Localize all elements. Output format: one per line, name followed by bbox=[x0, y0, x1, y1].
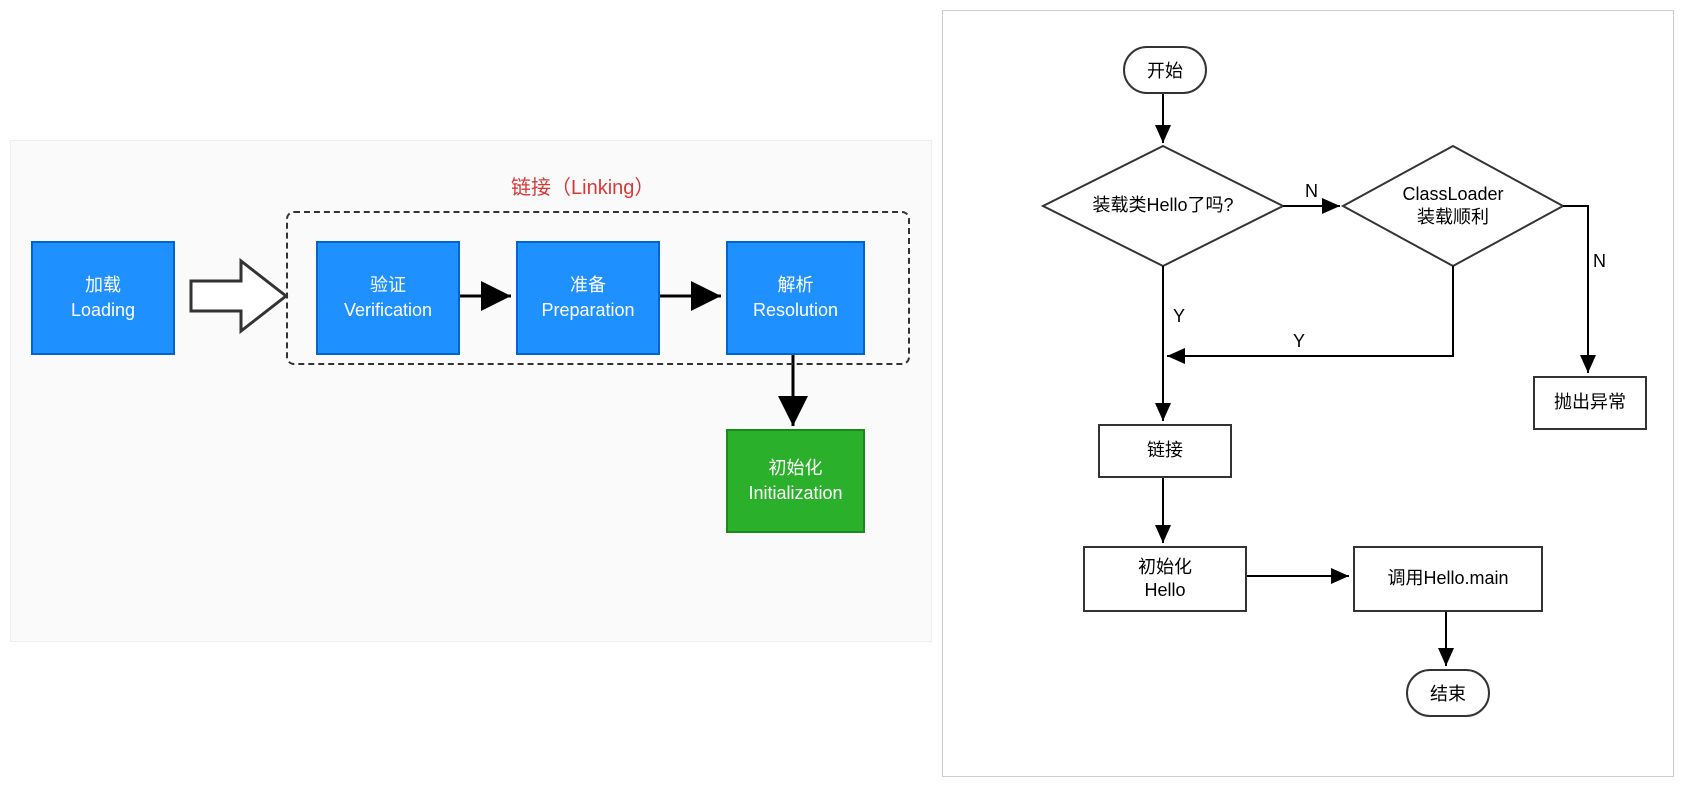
resolution-label-cn: 解析 bbox=[778, 273, 814, 298]
edge-Y-1: Y bbox=[1173, 306, 1185, 327]
end-terminal: 结束 bbox=[1406, 669, 1490, 717]
init-hello-line1: 初始化 bbox=[1138, 556, 1192, 579]
loading-label-cn: 加载 bbox=[85, 273, 121, 298]
initialization-label-cn: 初始化 bbox=[769, 456, 823, 481]
decision-classloader-label: ClassLoader 装载顺利 bbox=[1402, 183, 1503, 230]
loading-label-en: Loading bbox=[71, 298, 135, 323]
throw-exception-label: 抛出异常 bbox=[1554, 391, 1626, 414]
verification-label-en: Verification bbox=[344, 298, 432, 323]
start-label: 开始 bbox=[1147, 57, 1183, 83]
resolution-label-en: Resolution bbox=[753, 298, 838, 323]
preparation-label-en: Preparation bbox=[541, 298, 634, 323]
link-label: 链接 bbox=[1147, 439, 1183, 462]
call-main-label: 调用Hello.main bbox=[1387, 567, 1508, 590]
linking-title: 链接（Linking） bbox=[511, 171, 654, 200]
left-diagram-panel: 加载 Loading 链接（Linking） 验证 Verification 准… bbox=[10, 140, 932, 642]
throw-exception-box: 抛出异常 bbox=[1533, 376, 1647, 430]
init-hello-line2: Hello bbox=[1144, 579, 1185, 602]
edge-Y-2: Y bbox=[1293, 331, 1305, 352]
verification-box: 验证 Verification bbox=[316, 241, 460, 355]
preparation-box: 准备 Preparation bbox=[516, 241, 660, 355]
initialization-box: 初始化 Initialization bbox=[726, 429, 865, 533]
decision-classloader-line1: ClassLoader bbox=[1402, 183, 1503, 206]
right-flowchart-panel: 开始 装载类Hello了吗? ClassLoader 装载顺利 N N Y Y … bbox=[942, 10, 1674, 777]
loading-box: 加载 Loading bbox=[31, 241, 175, 355]
decision-classloader-line2: 装载顺利 bbox=[1402, 206, 1503, 229]
start-terminal: 开始 bbox=[1123, 46, 1207, 94]
init-hello-box: 初始化 Hello bbox=[1083, 546, 1247, 612]
initialization-label-en: Initialization bbox=[748, 481, 842, 506]
decision-loaded-diamond: 装载类Hello了吗? bbox=[1043, 146, 1283, 266]
preparation-label-cn: 准备 bbox=[570, 273, 606, 298]
edge-N-2: N bbox=[1593, 251, 1606, 272]
verification-label-cn: 验证 bbox=[370, 273, 406, 298]
link-box: 链接 bbox=[1098, 424, 1232, 478]
resolution-box: 解析 Resolution bbox=[726, 241, 865, 355]
edge-N-1: N bbox=[1305, 181, 1318, 202]
end-label: 结束 bbox=[1430, 680, 1466, 706]
decision-loaded-label: 装载类Hello了吗? bbox=[1092, 194, 1233, 217]
decision-classloader-diamond: ClassLoader 装载顺利 bbox=[1343, 146, 1563, 266]
call-main-box: 调用Hello.main bbox=[1353, 546, 1543, 612]
